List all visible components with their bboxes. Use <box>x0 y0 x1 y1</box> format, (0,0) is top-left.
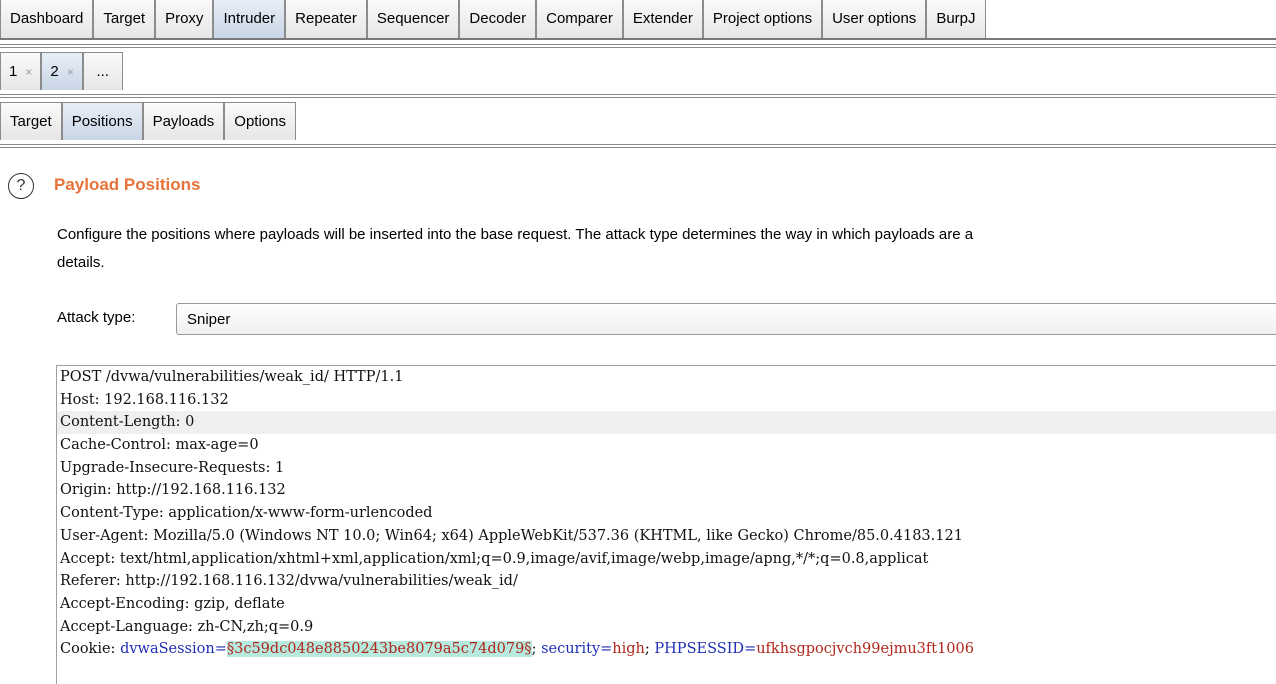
cookie-eq: = <box>600 641 613 658</box>
cookie-separator: ; <box>644 641 655 658</box>
tab-label: Extender <box>632 10 693 27</box>
tab-repeater[interactable]: Repeater <box>285 0 367 38</box>
separator <box>0 94 1276 98</box>
request-line: User-Agent: Mozilla/5.0 (Windows NT 10.0… <box>60 527 963 544</box>
request-line: Upgrade-Insecure-Requests: 1 <box>60 459 285 476</box>
main-tab-bar: Dashboard Target Proxy Intruder Repeater Sequ… <box>0 0 1276 40</box>
tab-label: BurpJ <box>936 10 976 27</box>
attack-tab-bar: 1 × 2 ×... <box>0 52 1276 90</box>
tab-project-options[interactable]: Project options <box>702 0 823 38</box>
request-line: Content-Length: 0 <box>57 411 1276 435</box>
intruder-tab-options[interactable]: Options <box>224 102 296 140</box>
request-line: Accept-Encoding: gzip, deflate <box>60 595 285 612</box>
intruder-tab-label: Payloads <box>152 113 215 130</box>
tab-label: Intruder <box>223 10 276 27</box>
request-line: Cache-Control: max-age=0 <box>60 437 259 454</box>
request-line: Content-Type: application/x-www-form-url… <box>60 505 433 522</box>
cookie-separator: ; <box>531 641 542 658</box>
attack-type-value: Sniper <box>187 310 231 328</box>
request-line: Accept: text/html,application/xhtml+xml,… <box>60 550 929 567</box>
tab-dashboard[interactable]: Dashboard <box>0 0 94 38</box>
cookie-prefix: Cookie: <box>60 641 121 658</box>
cookie-eq: = <box>214 641 227 658</box>
tab-label: User options <box>832 10 917 27</box>
intruder-tab-label: Target <box>10 113 52 130</box>
tab-label: Dashboard <box>10 10 84 27</box>
tab-intruder[interactable]: Intruder <box>213 0 286 38</box>
positions-description: Configure the positions where payloads w… <box>57 221 1276 277</box>
close-tab-icon[interactable]: × <box>67 65 74 79</box>
tab-target[interactable]: Target <box>93 0 156 38</box>
tab-comparer[interactable]: Comparer <box>536 0 623 38</box>
tab-label: Comparer <box>546 10 613 27</box>
attack-type-label: Attack type: <box>57 309 136 326</box>
cookie-value: high <box>612 641 645 658</box>
request-line: Referer: http://192.168.116.132/dvwa/vul… <box>60 573 518 590</box>
tab-sequencer[interactable]: Sequencer <box>366 0 460 38</box>
help-icon[interactable]: ? <box>8 173 34 199</box>
close-tab-icon[interactable]: × <box>25 65 32 79</box>
description-line: details. <box>57 254 105 271</box>
attack-tab-label: 2 <box>50 63 59 80</box>
cookie-name: PHPSESSID <box>654 641 745 658</box>
cookie-name: security <box>541 641 601 658</box>
attack-tab-1[interactable]: 1 × <box>0 52 42 90</box>
tab-label: Decoder <box>469 10 527 27</box>
attack-tab-label: 1 <box>9 63 18 80</box>
tab-label: Project options <box>712 10 813 27</box>
tab-label: Repeater <box>295 10 357 27</box>
cookie-value: ufkhsgpocjvch99ejmu3ft1006 <box>756 641 974 658</box>
attack-type-select[interactable]: Sniper <box>176 303 1276 335</box>
tab-user-options[interactable]: User options <box>822 0 927 38</box>
attack-tab-label: ... <box>96 63 109 80</box>
intruder-tab-target[interactable]: Target <box>0 102 62 140</box>
separator <box>0 144 1276 148</box>
intruder-tab-label: Options <box>234 113 286 130</box>
request-line: Host: 192.168.116.132 <box>60 391 229 408</box>
cookie-eq: = <box>744 641 757 658</box>
intruder-tab-label: Positions <box>71 113 133 130</box>
cookie-name: dvwaSession <box>120 641 215 658</box>
intruder-tab-bar: Target Positions Payloads Options <box>0 102 1276 140</box>
intruder-tab-payloads[interactable]: Payloads <box>142 102 225 140</box>
tab-label: Proxy <box>165 10 204 27</box>
intruder-tab-positions[interactable]: Positions <box>61 102 143 140</box>
tab-label: Target <box>103 10 146 27</box>
tab-proxy[interactable]: Proxy <box>155 0 214 38</box>
request-line: Accept-Language: zh-CN,zh;q=0.9 <box>60 618 314 635</box>
separator <box>0 44 1276 48</box>
request-line: POST /dvwa/vulnerabilities/weak_id/ HTTP… <box>60 369 404 385</box>
description-line: Configure the positions where payloads w… <box>57 226 974 243</box>
request-editor[interactable]: POST /dvwa/vulnerabilities/weak_id/ HTTP… <box>56 365 1276 684</box>
payload-position-marker[interactable]: §3c59dc048e8850243be8079a5c74d079§ <box>226 641 532 658</box>
attack-tab-[interactable]: ... <box>82 52 123 90</box>
section-title: Payload Positions <box>54 175 201 194</box>
tab-extender[interactable]: Extender <box>622 0 703 38</box>
request-line: Origin: http://192.168.116.132 <box>60 482 286 499</box>
tab-label: Sequencer <box>376 10 450 27</box>
attack-tab-2[interactable]: 2 × <box>41 52 83 90</box>
tab-decoder[interactable]: Decoder <box>459 0 537 38</box>
cookie-line: Cookie: dvwaSession=§3c59dc048e8850243be… <box>57 638 1276 661</box>
tab-burpj[interactable]: BurpJ <box>926 0 986 38</box>
